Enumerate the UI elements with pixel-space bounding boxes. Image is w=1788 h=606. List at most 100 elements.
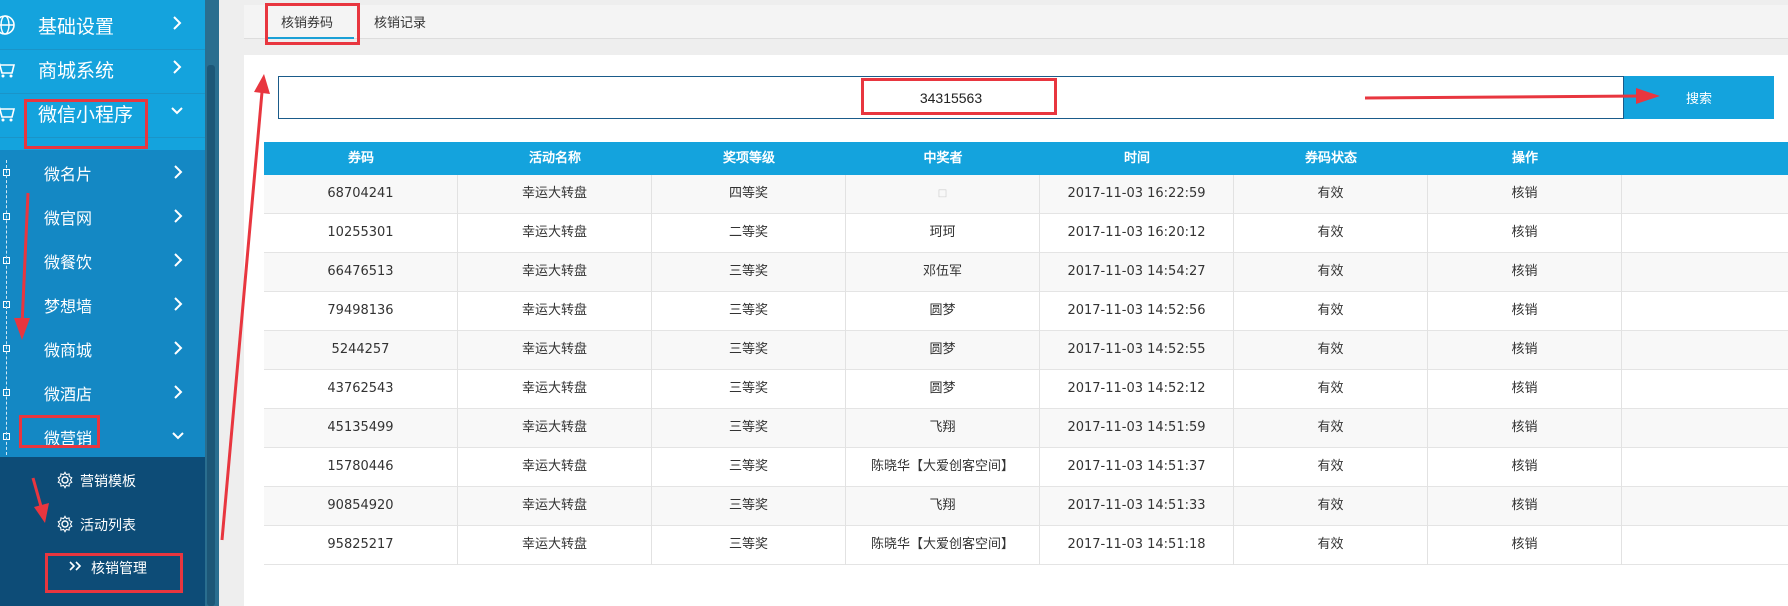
verify-action-link[interactable]: 核销 [1428, 448, 1622, 487]
cell-code: 45135499 [264, 409, 458, 448]
chevron-down-icon [171, 107, 183, 115]
table-row: 90854920 幸运大转盘 三等奖 飞翔 2017-11-03 14:51:33 有效核… [264, 487, 1788, 526]
cell-status: 有效 [1234, 409, 1428, 448]
app-root: 基础设置 商城系统 微信小程序 微名片 微官网 微餐饮 梦想墙 微商城 微酒店 … [0, 0, 1788, 606]
search-button[interactable]: 搜索 [1624, 76, 1774, 119]
verify-action-link[interactable]: 核销 [1428, 214, 1622, 253]
column-header-time: 时间 [1123, 151, 1150, 166]
chevron-right-icon [173, 60, 182, 74]
cell-code: 5244257 [264, 331, 458, 370]
sidebar-subitem-official-site[interactable]: 微官网 [0, 194, 205, 238]
cell-time: 2017-11-03 14:52:12 [1040, 370, 1234, 409]
table-header: 券码 活动名称 奖项等级 中奖者 时间 券码状态 操作 [264, 142, 1788, 175]
cell-winner: □ [846, 175, 1040, 214]
cell-winner: 飞翔 [846, 487, 1040, 526]
cell-code: 95825217 [264, 526, 458, 565]
column-header-activity: 活动名称 [528, 151, 581, 166]
column-header-winner: 中奖者 [923, 151, 963, 166]
sidebar-thirditem-activity-list[interactable]: 活动列表 [0, 503, 205, 547]
sidebar-subitem-marketing[interactable]: 微营销 [0, 414, 205, 458]
cell-prize-level: 三等奖 [652, 253, 846, 292]
chevron-right-icon [174, 341, 183, 355]
sidebar-item-basic-settings[interactable]: 基础设置 [0, 0, 205, 50]
table-row: 66476513 幸运大转盘 三等奖 邓伍军 2017-11-03 14:54:27 有效… [264, 253, 1788, 292]
verify-action-link[interactable]: 核销 [1428, 487, 1622, 526]
table-row: 95825217 幸运大转盘 三等奖 陈晓华【大爱创客空间】 2017-11-03 14… [264, 526, 1788, 565]
tab-bar: 核销券码 核销记录 [244, 5, 1788, 39]
cell-status: 有效 [1234, 253, 1428, 292]
verify-action-link[interactable]: 核销 [1428, 370, 1622, 409]
cell-code: 43762543 [264, 370, 458, 409]
chevron-right-icon [173, 16, 182, 30]
sidebar-subitem-business-card[interactable]: 微名片 [0, 150, 205, 194]
sidebar-subitem-hotel[interactable]: 微酒店 [0, 370, 205, 414]
cell-time: 2017-11-03 14:51:33 [1040, 487, 1234, 526]
globe-icon [0, 15, 15, 35]
cell-winner: 飞翔 [846, 409, 1040, 448]
cell-code: 15780446 [264, 448, 458, 487]
cell-winner: 陈晓华【大爱创客空间】 [846, 448, 1040, 487]
chevron-right-icon [174, 385, 183, 399]
table-row: 68704241 幸运大转盘 四等奖 □ 2017-11-03 16:22:59 有效 核销 [264, 175, 1788, 214]
sidebar-item-label: 商城系统 [38, 60, 115, 82]
cell-activity: 幸运大转盘 [458, 448, 652, 487]
chevron-right-icon [174, 209, 183, 223]
table-row: 45135499 幸运大转盘 三等奖 飞翔 2017-11-03 14:51:59 有效核… [264, 409, 1788, 448]
sidebar-subitem-catering[interactable]: 微餐饮 [0, 238, 205, 282]
verify-action-link[interactable]: 核销 [1428, 292, 1622, 331]
cell-activity: 幸运大转盘 [458, 214, 652, 253]
column-header-action: 操作 [1511, 151, 1538, 166]
verify-action-link[interactable]: 核销 [1428, 175, 1622, 214]
chevron-down-icon [172, 432, 184, 440]
cell-code: 79498136 [264, 292, 458, 331]
table-row: 79498136 幸运大转盘 三等奖 圆梦 2017-11-03 14:52:56 有效核… [264, 292, 1788, 331]
cell-activity: 幸运大转盘 [458, 370, 652, 409]
coupon-code-search-input[interactable] [278, 76, 1624, 119]
sidebar-item-mall-system[interactable]: 商城系统 [0, 44, 205, 94]
sidebar-subitem-shop[interactable]: 微商城 [0, 326, 205, 370]
cell-activity: 幸运大转盘 [458, 175, 652, 214]
tree-line [6, 160, 7, 460]
sidebar-thirditem-verification-manage[interactable]: 核销管理 [0, 546, 205, 590]
cell-prize-level: 三等奖 [652, 409, 846, 448]
cell-prize-level: 二等奖 [652, 214, 846, 253]
chevron-right-icon [174, 165, 183, 179]
cell-prize-level: 三等奖 [652, 370, 846, 409]
sidebar-scrollbar-thumb[interactable] [207, 65, 215, 606]
table-row: 5244257 幸运大转盘 三等奖 圆梦 2017-11-03 14:52:55 有效 核销 [264, 331, 1788, 370]
cart-icon [0, 62, 16, 78]
cell-time: 2017-11-03 16:20:12 [1040, 214, 1234, 253]
cell-activity: 幸运大转盘 [458, 331, 652, 370]
cell-winner: 邓伍军 [846, 253, 1040, 292]
sidebar-subitem-label: 微官网 [44, 209, 93, 228]
tab-verify-record[interactable]: 核销记录 [374, 5, 454, 39]
verify-action-link[interactable]: 核销 [1428, 409, 1622, 448]
sidebar-subitem-label: 梦想墙 [44, 297, 93, 316]
sidebar-thirditem-label: 营销模板 [80, 474, 136, 490]
cell-status: 有效 [1234, 487, 1428, 526]
verify-action-link[interactable]: 核销 [1428, 253, 1622, 292]
chevron-right-icon [174, 297, 183, 311]
cell-prize-level: 三等奖 [652, 448, 846, 487]
chevron-right-icon [174, 253, 183, 267]
cell-status: 有效 [1234, 214, 1428, 253]
cell-activity: 幸运大转盘 [458, 487, 652, 526]
sidebar-subitem-label: 微酒店 [44, 385, 93, 404]
tab-verify-code[interactable]: 核销券码 [266, 5, 354, 39]
cell-activity: 幸运大转盘 [458, 253, 652, 292]
cell-activity: 幸运大转盘 [458, 292, 652, 331]
cell-status: 有效 [1234, 292, 1428, 331]
sidebar-item-wechat-miniprogram[interactable]: 微信小程序 [0, 88, 205, 138]
verify-action-link[interactable]: 核销 [1428, 331, 1622, 370]
cell-winner: 圆梦 [846, 331, 1040, 370]
cell-prize-level: 三等奖 [652, 526, 846, 565]
sidebar-thirditem-label: 核销管理 [91, 561, 147, 577]
cell-time: 2017-11-03 14:54:27 [1040, 253, 1234, 292]
cell-status: 有效 [1234, 526, 1428, 565]
table-row: 43762543 幸运大转盘 三等奖 圆梦 2017-11-03 14:52:12 有效核… [264, 370, 1788, 409]
cell-code: 10255301 [264, 214, 458, 253]
cell-winner: 圆梦 [846, 370, 1040, 409]
sidebar-subitem-dream-wall[interactable]: 梦想墙 [0, 282, 205, 326]
sidebar-thirditem-marketing-template[interactable]: 营销模板 [0, 459, 205, 503]
verify-action-link[interactable]: 核销 [1428, 526, 1622, 565]
